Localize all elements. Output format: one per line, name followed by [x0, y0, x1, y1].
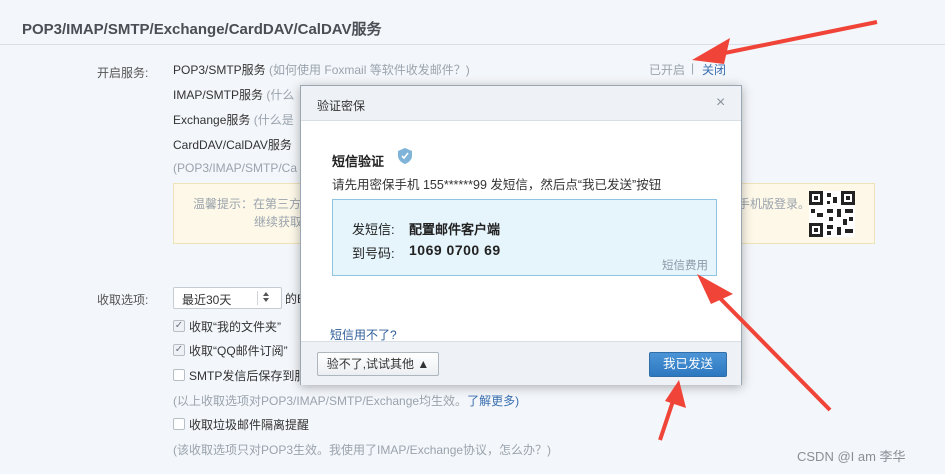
arrow-to-sent-button — [658, 380, 686, 441]
arrow-to-close-service — [692, 20, 878, 64]
annotation-arrows — [658, 20, 878, 441]
watermark: CSDN @I am 李华 — [797, 449, 906, 464]
arrow-to-sms-fee — [697, 274, 832, 412]
